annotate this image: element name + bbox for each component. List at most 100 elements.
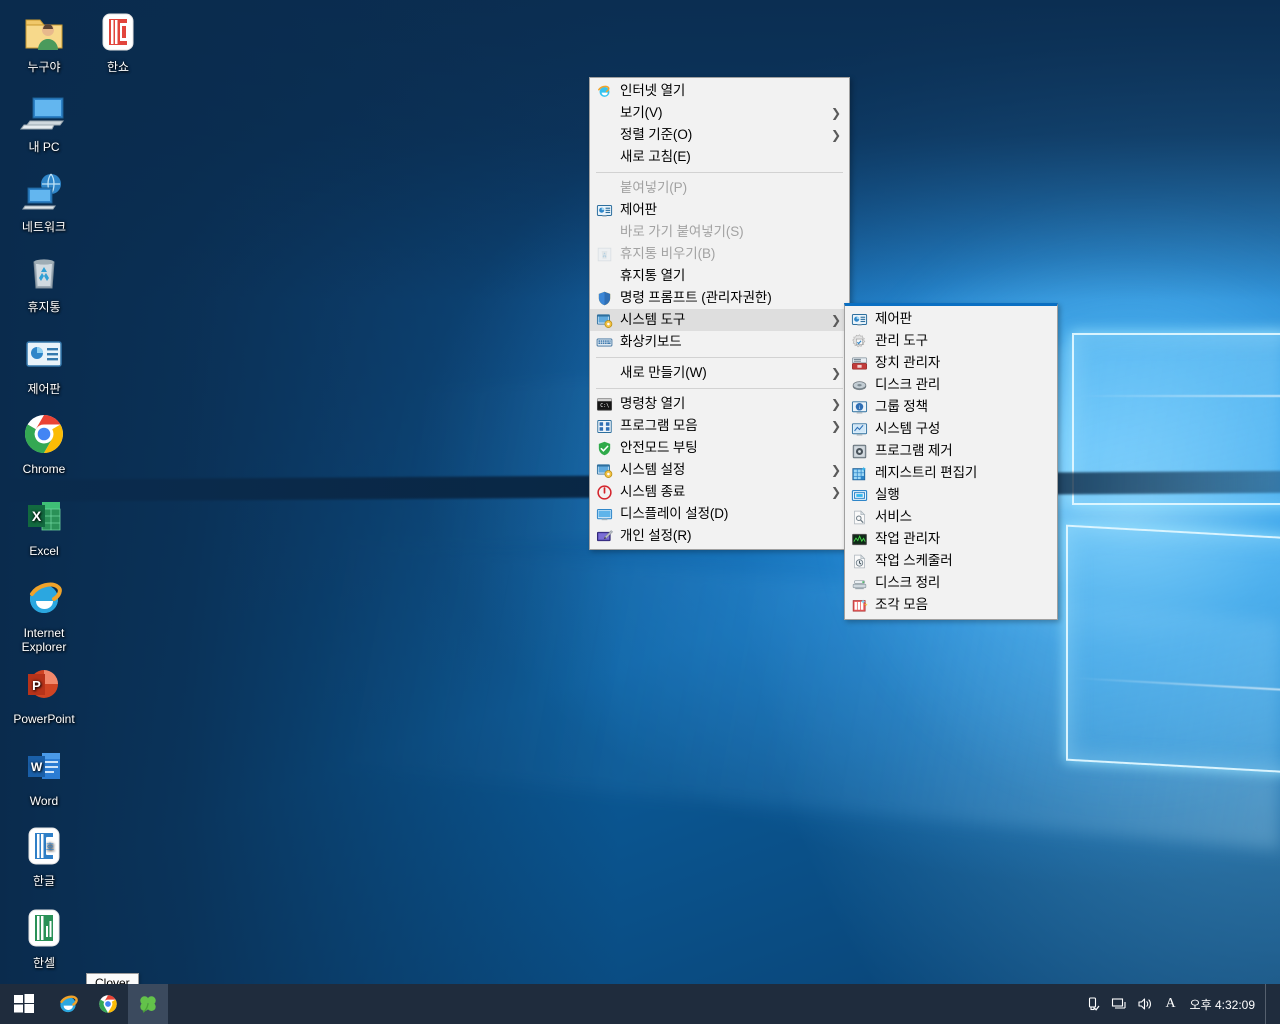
ctx-menu-personalize[interactable]: 개인 설정(R) [590,525,849,547]
desktop-icon-excel[interactable]: X Excel [8,492,80,558]
desktop-icon-recycle-bin[interactable]: 휴지통 [8,248,80,314]
disk-cleanup-icon [845,573,873,593]
clover-icon [140,996,156,1013]
regedit-icon [845,463,873,483]
system-tools-icon [590,310,618,330]
ctx-menu-cmd[interactable]: C:\ 명령창 열기 ❯ [590,393,849,415]
desktop-icon-hancell[interactable]: 한셀 [8,904,80,970]
volume-icon[interactable] [1132,984,1158,1024]
personalize-icon [590,526,618,546]
ctx-menu-programs[interactable]: 프로그램 모음 ❯ [590,415,849,437]
admin-tools-icon [851,333,865,347]
ctx-menu-power[interactable]: 시스템 종료 ❯ [590,481,849,503]
ctx-menu-display[interactable]: 디스플레이 설정(D) [590,503,849,525]
start-button[interactable] [0,984,48,1024]
desktop-icon-internet-explorer[interactable]: Internet Explorer [8,574,80,654]
submenu-msconfig[interactable]: 시스템 구성 [845,418,1057,440]
usb-eject-icon[interactable] [1080,984,1106,1024]
taskbar[interactable]: A 오후 4:32:09 [0,984,1280,1024]
submenu-regedit[interactable]: 레지스트리 편집기 [845,462,1057,484]
menu-item-label: 실행 [875,487,900,502]
desktop-icon-word[interactable]: W Word [8,742,80,808]
ctx-menu-shield[interactable]: 명령 프롬프트 (관리자권한) [590,287,849,309]
desktop-icon-powerpoint[interactable]: P PowerPoint [8,660,80,726]
submenu-admin-tools[interactable]: 관리 도구 [845,330,1057,352]
submenu-uninstall[interactable]: 프로그램 제거 [845,440,1057,462]
shield-green-icon [598,441,610,455]
submenu-services[interactable]: 서비스 [845,506,1057,528]
programs-icon [596,419,612,433]
submenu-task-scheduler[interactable]: 작업 스케줄러 [845,550,1057,572]
system-tools-icon [596,313,612,328]
taskbar-clock[interactable]: 오후 4:32:09 [1184,996,1265,1013]
device-manager-icon [851,356,867,370]
menu-item-label: 시스템 구성 [875,421,941,436]
hangul-icon: 호 [20,822,68,870]
submenu-group-policy[interactable]: i 그룹 정책 [845,396,1057,418]
desktop-icon-chrome[interactable]: Chrome [8,410,80,476]
network-tray-icon[interactable] [1106,984,1132,1024]
menu-item-label: 장치 관리자 [875,355,941,370]
regedit-icon [851,466,866,480]
ctx-menu-shield-green[interactable]: 안전모드 부팅 [590,437,849,459]
menu-item-label: 서비스 [875,509,912,524]
ie-icon [60,995,78,1013]
ctx-menu-system-settings[interactable]: 시스템 설정 ❯ [590,459,849,481]
ctx-menu-control-panel[interactable]: 제어판 [590,199,849,221]
desktop-context-menu[interactable]: 인터넷 열기 보기(V) ❯ 정렬 기준(O) ❯ 새로 고침(E) 붙여넣기(P) 제어판 바… [589,77,850,550]
desktop-icon-label: Internet Explorer [21,626,67,654]
menu-separator [596,172,843,173]
menu-separator [596,357,843,358]
submenu-control-panel[interactable]: 제어판 [845,308,1057,330]
ctx-menu-item-14[interactable]: 새로 만들기(W) ❯ [590,362,849,384]
ctx-menu-item-1[interactable]: 보기(V) ❯ [590,102,849,124]
shield-green-icon [590,438,618,458]
menu-item-label: 시스템 설정 [620,462,686,477]
system-tray[interactable]: A 오후 4:32:09 [1080,984,1280,1024]
submenu-task-manager[interactable]: 작업 관리자 [845,528,1057,550]
desktop-icon-user-folder[interactable]: 누구야 [8,8,80,74]
menu-item-label: 개인 설정(R) [620,528,692,543]
desktop-icon-this-pc[interactable]: 내 PC [8,88,80,154]
ctx-menu-internet-explorer[interactable]: 인터넷 열기 [590,80,849,102]
menu-item-label: 디스크 관리 [875,377,941,392]
ctx-menu-item-5: 붙여넣기(P) [590,177,849,199]
disk-management-icon [852,380,866,390]
ctx-menu-item-7: 바로 가기 붙여넣기(S) [590,221,849,243]
desktop-icon-label: 한셀 [32,956,56,970]
ctx-menu-item-2[interactable]: 정렬 기준(O) ❯ [590,124,849,146]
logo-pane-bottom [1066,524,1280,778]
ctx-menu-system-tools[interactable]: 시스템 도구 ❯ [590,309,849,331]
desktop-icon-label: 휴지통 [27,300,61,314]
run-icon [851,489,867,501]
control-panel-icon [590,200,618,220]
defrag-icon [852,598,868,612]
submenu-run[interactable]: 실행 [845,484,1057,506]
submenu-device-manager[interactable]: 장치 관리자 [845,352,1057,374]
system-tools-submenu[interactable]: 제어판 관리 도구장치 관리자디스크 관리 i 그룹 정책시스템 구성프로그램 제거 레… [844,303,1058,620]
submenu-defrag[interactable]: 조각 모음 [845,594,1057,616]
task-manager-icon [851,533,867,545]
taskbar-button-internet-explorer[interactable] [48,984,88,1024]
desktop-icon-hangul[interactable]: 호 한글 [8,822,80,888]
chevron-right-icon: ❯ [830,397,842,411]
desktop-icon-control-panel[interactable]: 제어판 [8,330,80,396]
hanshow-icon [94,8,142,56]
ctx-menu-item-3[interactable]: 새로 고침(E) [590,146,849,168]
ime-a-icon[interactable]: A [1158,984,1184,1024]
menu-item-label: 작업 관리자 [875,531,941,546]
show-desktop-button[interactable] [1265,984,1274,1024]
svg-text:X: X [32,508,42,524]
desktop-icon-hanshow[interactable]: 한쇼 [82,8,154,74]
user-folder-icon [20,8,68,56]
ctx-menu-keyboard[interactable]: 화상키보드 [590,331,849,353]
taskbar-button-clover[interactable] [128,984,168,1024]
ctx-menu-item-9[interactable]: 휴지통 열기 [590,265,849,287]
submenu-disk-management[interactable]: 디스크 관리 [845,374,1057,396]
desktop-icon-network[interactable]: 네트워크 [8,168,80,234]
menu-item-label: 붙여넣기(P) [620,180,687,195]
chevron-right-icon: ❯ [830,313,842,327]
taskbar-button-chrome[interactable] [88,984,128,1024]
menu-item-label: 작업 스케줄러 [875,553,953,568]
submenu-disk-cleanup[interactable]: 디스크 정리 [845,572,1057,594]
